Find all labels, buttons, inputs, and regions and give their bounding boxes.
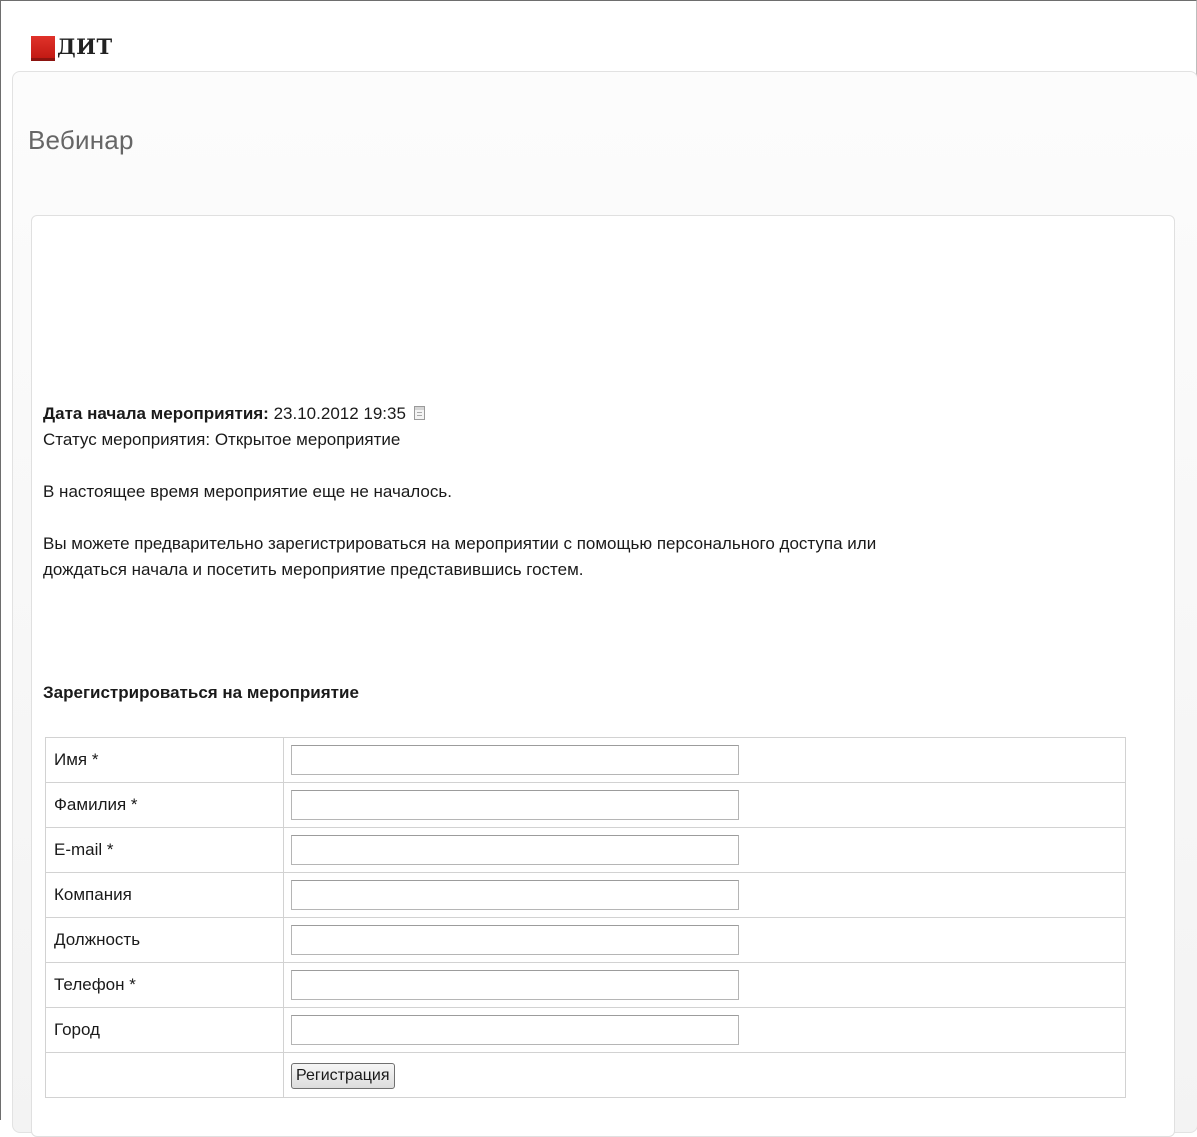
form-row-first-name: Имя * (45, 737, 1126, 783)
phone-label: Телефон * (45, 962, 284, 1008)
form-row-company: Компания (45, 872, 1126, 918)
event-status-label: Статус мероприятия: (43, 430, 211, 449)
event-info: Дата начала мероприятия: 23.10.2012 19:3… (43, 401, 1153, 583)
last-name-input[interactable] (291, 790, 739, 820)
site-logo[interactable]: ДИТ (31, 34, 113, 61)
registration-form: Имя * Фамилия * E-mail * Компания Должно… (45, 737, 1126, 1098)
city-input[interactable] (291, 1015, 739, 1045)
registration-heading: Зарегистрироваться на мероприятие (43, 683, 359, 702)
event-not-started-text: В настоящее время мероприятие еще не нач… (43, 482, 452, 501)
event-start-line: Дата начала мероприятия: 23.10.2012 19:3… (43, 401, 1153, 427)
email-label: E-mail * (45, 827, 284, 873)
phone-input[interactable] (291, 970, 739, 1000)
company-input[interactable] (291, 880, 739, 910)
event-status-value: Открытое мероприятие (214, 430, 401, 449)
form-row-email: E-mail * (45, 827, 1126, 873)
form-row-last-name: Фамилия * (45, 782, 1126, 828)
event-register-info-1: Вы можете предварительно зарегистрироват… (43, 534, 877, 553)
form-row-city: Город (45, 1007, 1126, 1053)
register-button[interactable]: Регистрация (291, 1063, 395, 1089)
event-status-line: Статус мероприятия: Открытое мероприятие (43, 427, 1153, 453)
position-input[interactable] (291, 925, 739, 955)
last-name-label: Фамилия * (45, 782, 284, 828)
company-label: Компания (45, 872, 284, 918)
form-row-phone: Телефон * (45, 962, 1126, 1008)
site-header: ДИТ (1, 1, 1196, 71)
first-name-label: Имя * (45, 737, 284, 783)
form-row-position: Должность (45, 917, 1126, 963)
logo-mark-icon (31, 36, 55, 61)
form-row-submit: Регистрация (45, 1052, 1126, 1098)
event-start-label: Дата начала мероприятия: (43, 404, 269, 423)
logo-text: ДИТ (57, 34, 113, 59)
position-label: Должность (45, 917, 284, 963)
event-register-info-2: дождаться начала и посетить мероприятие … (43, 560, 584, 579)
calendar-icon[interactable] (413, 406, 425, 420)
page-title: Вебинар (28, 125, 134, 155)
city-label: Город (45, 1007, 284, 1053)
first-name-input[interactable] (291, 745, 739, 775)
email-input[interactable] (291, 835, 739, 865)
event-start-value: 23.10.2012 19:35 (273, 404, 406, 423)
browser-viewport: ДИТ Вебинар Дата начала мероприятия: 23.… (0, 0, 1197, 1137)
